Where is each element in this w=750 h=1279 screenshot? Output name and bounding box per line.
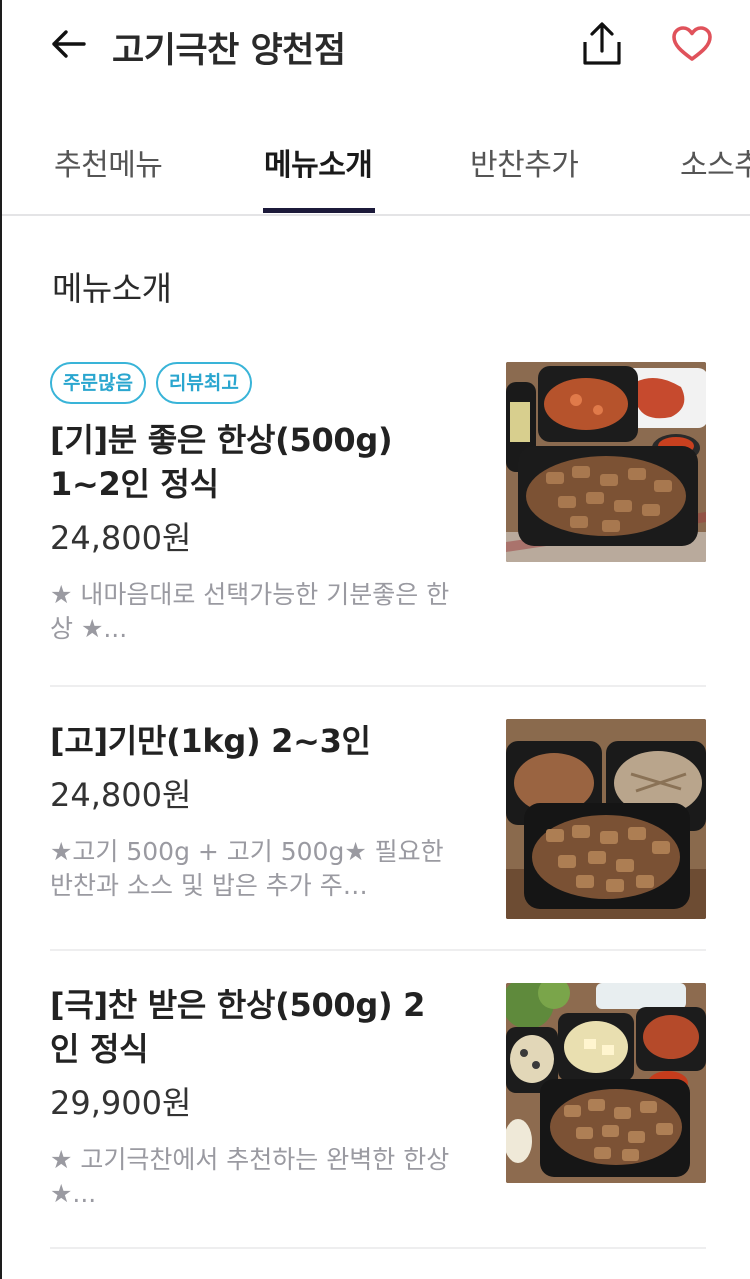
tab-recommended-menu[interactable]: 추천메뉴	[54, 140, 163, 184]
menu-item-name: [극]찬 받은 한상(500g) 2인 정식	[50, 986, 426, 1068]
menu-item-name: [기]분 좋은 한상(500g) 1~2인 정식	[50, 421, 393, 503]
back-button[interactable]	[46, 24, 90, 64]
menu-item[interactable]: 주문많음 리뷰최고 [기]분 좋은 한상(500g) 1~2인 정식 24,80…	[50, 362, 706, 646]
share-button[interactable]	[578, 20, 626, 68]
menu-item-name: [고]기만(1kg) 2~3인	[50, 722, 371, 760]
favorite-button[interactable]	[668, 20, 716, 68]
badge-popular: 주문많음	[50, 362, 146, 404]
tab-side-dishes[interactable]: 반찬추가	[470, 140, 579, 184]
active-tab-indicator	[263, 208, 375, 213]
divider	[50, 949, 706, 951]
menu-item-description: ★ 내마음대로 선택가능한 기분좋은 한상 ★...	[50, 580, 450, 643]
top-bar: 고기극찬 양천점	[2, 0, 750, 90]
divider	[50, 685, 706, 687]
store-title: 고기극찬 양천점	[112, 31, 346, 71]
app-screen: 고기극찬 양천점 추천메뉴 메뉴소개 반찬추가 소스추 메뉴소개 주문많음 리뷰…	[0, 0, 750, 1279]
menu-item-photo	[506, 983, 706, 1183]
tab-menu-intro[interactable]: 메뉴소개	[264, 140, 373, 184]
arrow-left-icon	[52, 30, 86, 58]
menu-item[interactable]: [고]기만(1kg) 2~3인 24,800원 ★고기 500g + 고기 50…	[50, 719, 706, 919]
menu-item-photo	[506, 719, 706, 919]
category-tabs: 추천메뉴 메뉴소개 반찬추가 소스추	[2, 90, 750, 216]
tab-sauces[interactable]: 소스추	[680, 140, 750, 184]
divider	[50, 1247, 706, 1249]
section-title: 메뉴소개	[52, 269, 172, 308]
share-icon	[583, 22, 621, 65]
menu-item[interactable]: [극]찬 받은 한상(500g) 2인 정식 29,900원 ★ 고기극찬에서 …	[50, 983, 706, 1211]
menu-item-description: ★고기 500g + 고기 500g★ 필요한 반찬과 소스 및 밥은 추가 주…	[50, 837, 444, 900]
badge-best-review: 리뷰최고	[155, 362, 252, 404]
menu-item-description: ★ 고기극찬에서 추천하는 완벽한 한상 ★...	[50, 1145, 450, 1208]
menu-item-photo	[506, 362, 706, 562]
heart-icon	[672, 26, 712, 61]
